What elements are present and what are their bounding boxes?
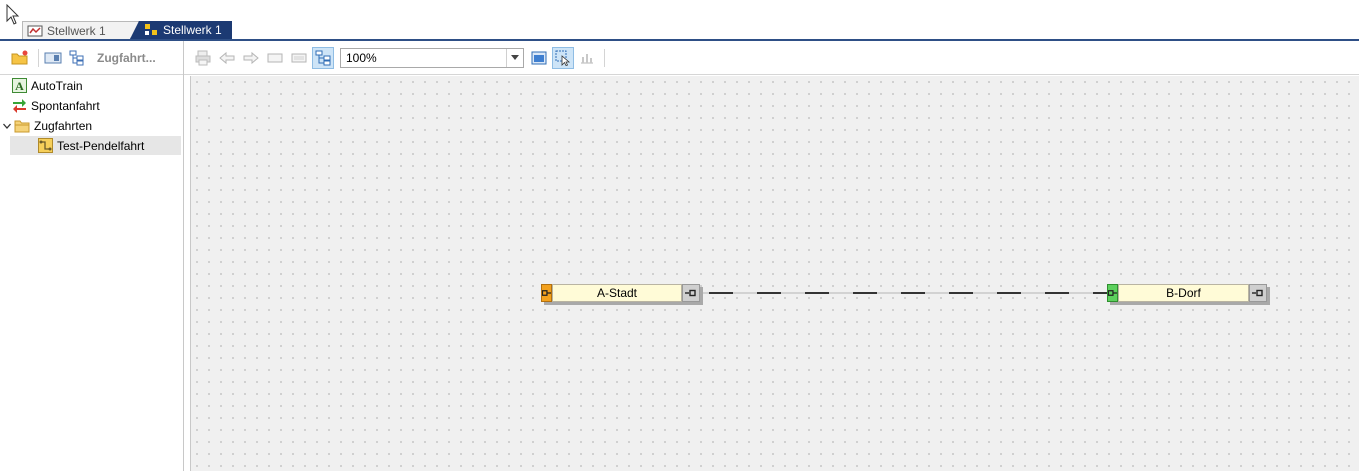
route-icon — [38, 138, 53, 153]
forward-button[interactable] — [240, 47, 262, 69]
chart-icon — [581, 53, 593, 63]
fit-width-button[interactable] — [264, 47, 286, 69]
new-folder-icon — [11, 50, 28, 64]
tree-item-zugfahrten[interactable]: Zugfahrten — [0, 116, 181, 135]
print-icon — [195, 50, 211, 65]
layout-button[interactable] — [312, 46, 334, 69]
properties-button[interactable] — [43, 48, 63, 68]
arrow-left-icon — [219, 51, 235, 64]
rectangle-icon — [267, 53, 283, 62]
zoom-dropdown-button[interactable] — [506, 48, 523, 67]
left-toolbar: Zugfahrt... — [0, 41, 183, 75]
stellwerk-icon — [145, 24, 157, 35]
editor-toolbar — [184, 41, 1359, 75]
start-connector[interactable] — [1107, 284, 1118, 302]
connector-icon — [1108, 290, 1117, 296]
select-tool-button[interactable] — [552, 46, 574, 69]
route-tree-panel: Zugfahrt... A AutoTrain Spontanfahrt Zug… — [0, 41, 184, 471]
chevron-down-icon — [511, 54, 519, 60]
tree-item-label: AutoTrain — [31, 78, 83, 93]
hierarchy-icon — [315, 50, 331, 65]
tree-item-label: Test-Pendelfahrt — [57, 138, 145, 153]
connector-icon — [1252, 289, 1263, 297]
diagram-canvas[interactable]: A-Stadt B-Dorf — [190, 76, 1359, 471]
properties-icon — [44, 52, 62, 63]
chart-button[interactable] — [576, 47, 598, 69]
tree-item-label: Spontanfahrt — [31, 98, 100, 113]
end-connector[interactable] — [682, 284, 700, 302]
tree-view-icon — [69, 50, 84, 65]
svg-text:A: A — [15, 79, 24, 93]
tab-bar: Stellwerk 1 Stellwerk 1 — [0, 0, 1359, 40]
back-button[interactable] — [216, 47, 238, 69]
station-name: B-Dorf — [1166, 286, 1201, 300]
zugfahrt-label[interactable]: Zugfahrt... — [97, 51, 156, 65]
tab-stellwerk-1-inactive[interactable]: Stellwerk 1 — [22, 21, 144, 39]
station-node-b-dorf[interactable]: B-Dorf — [1107, 284, 1267, 302]
layout-plan-icon — [27, 25, 43, 36]
tree-view-button[interactable] — [67, 48, 87, 68]
station-name: A-Stadt — [596, 286, 638, 300]
start-connector[interactable] — [541, 284, 552, 302]
tab-stellwerk-1-active[interactable]: Stellwerk 1 — [130, 21, 232, 39]
window-button[interactable] — [528, 47, 550, 69]
tree-item-autotrain[interactable]: A AutoTrain — [0, 76, 181, 95]
window-icon — [531, 51, 547, 64]
track-connector — [701, 292, 1121, 294]
zoom-input[interactable] — [341, 48, 506, 67]
autotrain-icon: A — [12, 78, 27, 93]
toolbar-separator — [604, 48, 605, 67]
station-node-a-stadt[interactable]: A-Stadt — [541, 284, 700, 302]
station-label-box: A-Stadt — [552, 284, 682, 302]
tree-item-label: Zugfahrten — [34, 118, 93, 133]
mouse-cursor-icon — [6, 4, 20, 25]
folder-icon — [14, 120, 30, 132]
tab-label: Stellwerk 1 — [163, 23, 222, 37]
rectangle-icon — [291, 53, 307, 62]
station-label-box: B-Dorf — [1118, 284, 1249, 302]
chevron-down-icon[interactable] — [2, 121, 12, 131]
zoom-combobox[interactable] — [340, 47, 524, 68]
spontanfahrt-icon — [13, 99, 26, 113]
fit-page-button[interactable] — [288, 47, 310, 69]
end-connector[interactable] — [1249, 284, 1267, 302]
tree-item-spontanfahrt[interactable]: Spontanfahrt — [0, 96, 181, 115]
tree-item-test-pendelfahrt[interactable]: Test-Pendelfahrt — [10, 136, 181, 155]
arrow-right-icon — [243, 51, 259, 64]
new-folder-button[interactable] — [10, 48, 30, 68]
select-tool-icon — [555, 50, 571, 66]
connector-icon — [685, 289, 696, 297]
toolbar-separator — [38, 48, 39, 67]
print-button[interactable] — [192, 47, 214, 69]
connector-icon — [542, 290, 551, 296]
tab-label: Stellwerk 1 — [47, 23, 106, 38]
